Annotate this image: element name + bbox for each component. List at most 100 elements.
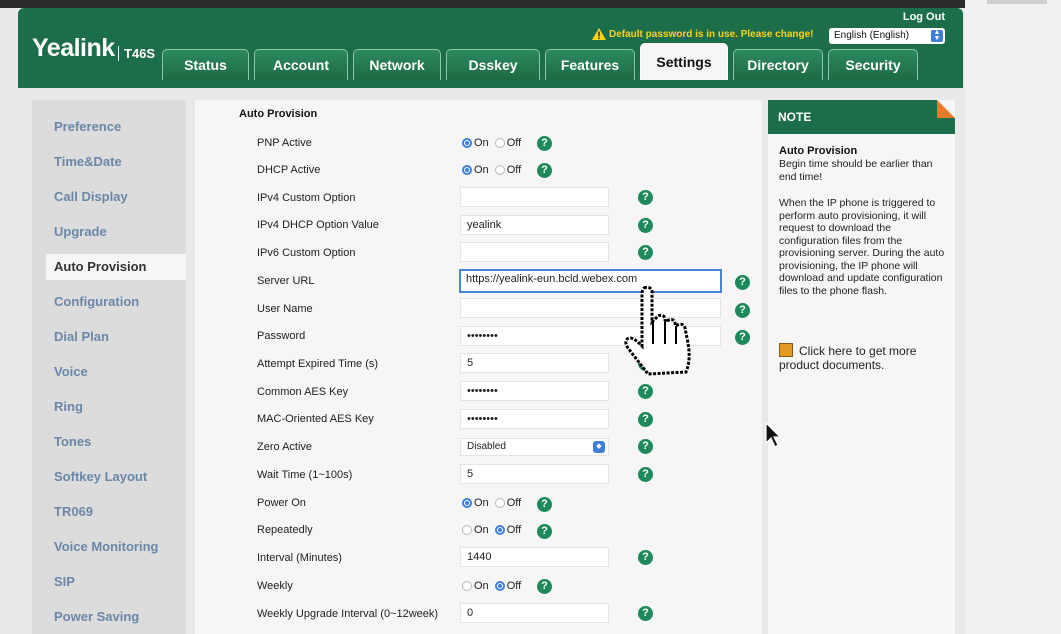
- ipv4-custom-option-input[interactable]: [460, 187, 609, 207]
- zero-active-value: Disabled: [467, 441, 506, 452]
- help-icon[interactable]: ?: [537, 136, 552, 151]
- sidebar-item-tr069[interactable]: TR069: [32, 499, 186, 525]
- warning-text: Default password is in use. Please chang…: [609, 28, 814, 40]
- language-value: English (English): [834, 30, 910, 41]
- power-on-on-radio[interactable]: [462, 498, 472, 508]
- help-icon[interactable]: ?: [537, 163, 552, 178]
- ipv4-custom-option-label: IPv4 Custom Option: [257, 192, 356, 204]
- mac-oriented-aes-key-input[interactable]: ••••••••: [460, 409, 609, 429]
- zero-active-select[interactable]: Disabled ◆: [460, 438, 609, 456]
- ipv6-custom-option-input[interactable]: [460, 242, 609, 262]
- help-icon[interactable]: ?: [638, 439, 653, 454]
- help-icon[interactable]: ?: [638, 412, 653, 427]
- ipv4-dhcp-option-value-label: IPv4 DHCP Option Value: [257, 219, 379, 231]
- help-icon[interactable]: ?: [638, 218, 653, 233]
- weekly-upgrade-interval-input[interactable]: 0: [460, 603, 609, 623]
- tab-status[interactable]: Status: [162, 49, 249, 80]
- scroll-thumb[interactable]: [987, 0, 1047, 4]
- logout-link[interactable]: Log Out: [903, 11, 945, 23]
- weekly-upgrade-interval-label: Weekly Upgrade Interval (0~12week): [257, 608, 439, 620]
- interval-input[interactable]: 1440: [460, 547, 609, 567]
- documents-link-text: Click here to get more product documents…: [779, 344, 917, 372]
- repeatedly-radio: On Off: [462, 524, 527, 536]
- weekly-off-radio[interactable]: [494, 581, 505, 591]
- sidebar-item-power-saving[interactable]: Power Saving: [32, 604, 186, 630]
- dhcp-active-radio: On Off: [462, 164, 527, 176]
- tab-directory[interactable]: Directory: [733, 49, 823, 80]
- attempt-expired-time-label: Attempt Expired Time (s): [257, 358, 379, 370]
- help-icon[interactable]: ?: [537, 497, 552, 512]
- repeatedly-label: Repeatedly: [257, 524, 313, 536]
- documents-link[interactable]: Click here to get more product documents…: [779, 343, 949, 372]
- help-icon[interactable]: ?: [638, 384, 653, 399]
- weekly-on-radio[interactable]: [462, 581, 472, 591]
- password-label: Password: [257, 330, 306, 342]
- dhcp-active-label: DHCP Active: [257, 164, 321, 176]
- chevron-updown-icon: ▲ ▼: [931, 29, 943, 42]
- ipv6-custom-option-label: IPv6 Custom Option: [257, 247, 356, 259]
- power-on-off-radio[interactable]: [494, 498, 505, 508]
- sidebar-item-tones[interactable]: Tones: [32, 429, 186, 455]
- dhcp-active-on-radio[interactable]: [462, 165, 472, 175]
- repeatedly-off-radio[interactable]: [494, 525, 505, 535]
- sidebar-item-time-date[interactable]: Time&Date: [32, 149, 186, 175]
- help-icon[interactable]: ?: [638, 245, 653, 260]
- help-icon[interactable]: ?: [638, 190, 653, 205]
- brand-logo: Yealink: [32, 34, 115, 62]
- sidebar-item-voice-monitoring[interactable]: Voice Monitoring: [32, 534, 186, 560]
- common-aes-key-input[interactable]: ••••••••: [460, 381, 609, 401]
- server-url-label: Server URL: [257, 275, 315, 287]
- help-icon[interactable]: ?: [735, 330, 750, 345]
- help-icon[interactable]: ?: [735, 303, 750, 318]
- model-label: T46S: [118, 46, 155, 61]
- note-text-time: Begin time should be earlier than end ti…: [779, 158, 933, 183]
- sidebar-item-voice[interactable]: Voice: [32, 359, 186, 385]
- help-icon[interactable]: ?: [537, 524, 552, 539]
- dhcp-active-off-radio[interactable]: [494, 165, 505, 175]
- sidebar-item-dial-plan[interactable]: Dial Plan: [32, 324, 186, 350]
- password-warning: Default password is in use. Please chang…: [592, 28, 814, 40]
- warning-icon: [592, 28, 606, 40]
- chevron-updown-icon: ◆: [593, 441, 605, 453]
- language-select[interactable]: English (English) ▲ ▼: [829, 28, 945, 44]
- sidebar-item-upgrade[interactable]: Upgrade: [32, 219, 186, 245]
- repeatedly-on-radio[interactable]: [462, 525, 472, 535]
- help-icon[interactable]: ?: [638, 550, 653, 565]
- power-on-label: Power On: [257, 497, 306, 509]
- wait-time-input[interactable]: 5: [460, 464, 609, 484]
- wait-time-label: Wait Time (1~100s): [257, 469, 353, 481]
- tab-features[interactable]: Features: [545, 49, 635, 80]
- ipv4-dhcp-option-value-input[interactable]: yealink: [460, 215, 609, 235]
- sidebar-item-configuration[interactable]: Configuration: [32, 289, 186, 315]
- sidebar-item-sip[interactable]: SIP: [32, 569, 186, 595]
- help-icon[interactable]: ?: [638, 467, 653, 482]
- hand-pointer-cursor-icon: [624, 286, 691, 376]
- main-tabs: Status Account Network Dsskey Features S…: [162, 43, 918, 80]
- help-icon[interactable]: ?: [537, 579, 552, 594]
- common-aes-key-label: Common AES Key: [257, 386, 349, 398]
- sidebar: Preference Time&Date Call Display Upgrad…: [32, 100, 186, 634]
- sidebar-item-call-display[interactable]: Call Display: [32, 184, 186, 210]
- sidebar-item-auto-provision[interactable]: Auto Provision: [46, 254, 186, 280]
- note-panel: NOTE Auto Provision Begin time should be…: [768, 100, 955, 634]
- pnp-active-on-radio[interactable]: [462, 138, 472, 148]
- sidebar-item-preference[interactable]: Preference: [32, 114, 186, 140]
- mac-oriented-aes-key-label: MAC-Oriented AES Key: [257, 413, 374, 425]
- section-title: Auto Provision: [239, 108, 318, 120]
- tab-settings[interactable]: Settings: [640, 43, 728, 80]
- tab-dsskey[interactable]: Dsskey: [446, 49, 540, 80]
- help-icon[interactable]: ?: [735, 275, 750, 290]
- tab-account[interactable]: Account: [254, 49, 348, 80]
- tab-network[interactable]: Network: [353, 49, 441, 80]
- pnp-active-radio: On Off: [462, 137, 527, 149]
- sidebar-item-softkey-layout[interactable]: Softkey Layout: [32, 464, 186, 490]
- note-header: NOTE: [768, 100, 955, 134]
- note-text-description: When the IP phone is triggered to perfor…: [779, 197, 945, 297]
- help-icon[interactable]: ?: [638, 606, 653, 621]
- weekly-label: Weekly: [257, 580, 293, 592]
- sidebar-item-ring[interactable]: Ring: [32, 394, 186, 420]
- tab-security[interactable]: Security: [828, 49, 918, 80]
- window-top-bar: [0, 0, 1061, 8]
- attempt-expired-time-input[interactable]: 5: [460, 353, 609, 373]
- pnp-active-off-radio[interactable]: [494, 138, 505, 148]
